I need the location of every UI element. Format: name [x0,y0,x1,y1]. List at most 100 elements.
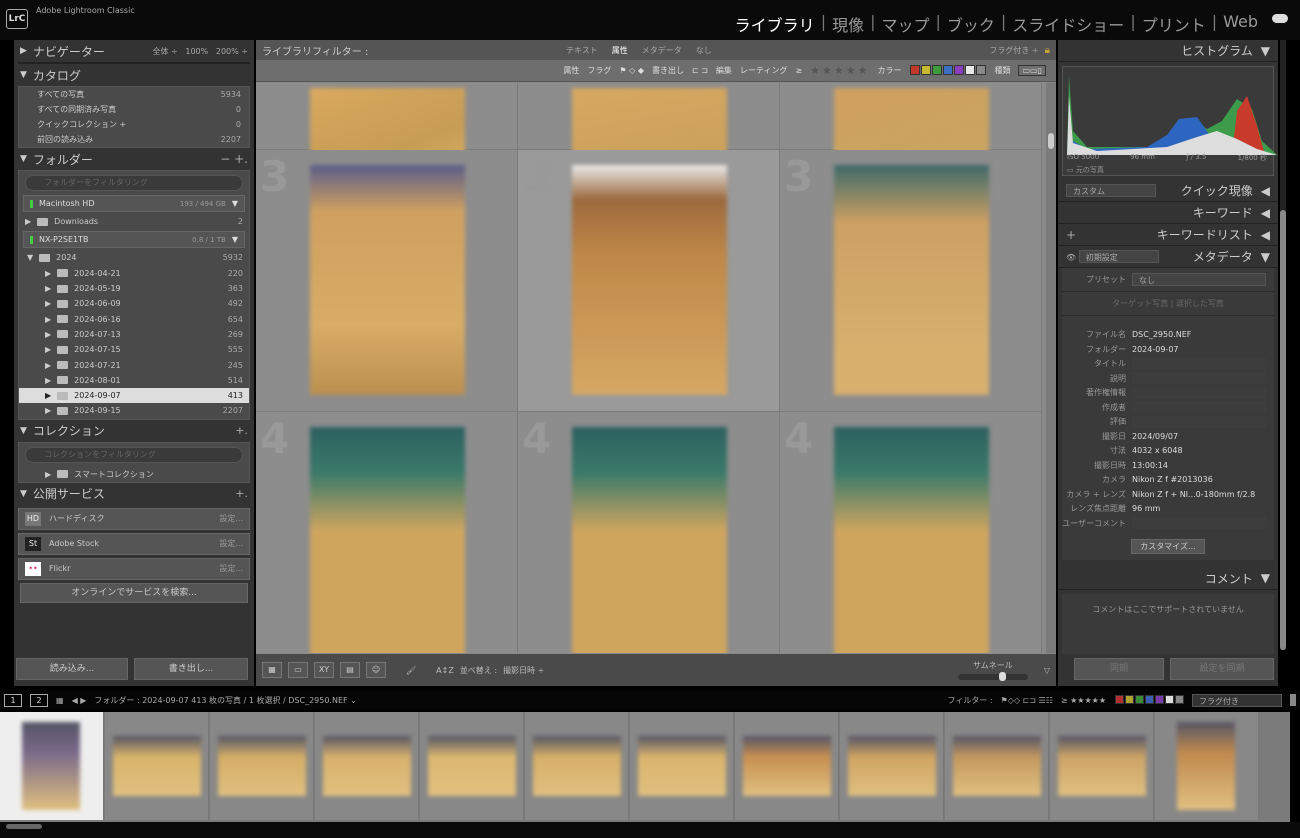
filmstrip-thumbnail[interactable] [945,712,1049,820]
metadata-value[interactable] [1132,401,1266,414]
sync-metadata-button[interactable]: 同期 [1074,658,1164,680]
color-swatch[interactable] [1115,694,1124,704]
main-window-button[interactable]: 1 [4,693,22,707]
grid-scrollbar[interactable] [1046,83,1056,653]
module-5[interactable]: プリント [1136,12,1212,36]
filter-tab[interactable]: なし [696,45,712,56]
service-settings[interactable]: 設定... [219,538,243,549]
cloud-icon[interactable] [1272,14,1288,23]
folder-2024[interactable]: ▼ 2024 5932 [19,250,249,265]
publish-service[interactable]: St Adobe Stock 設定... [18,532,250,555]
grid-cell-selected[interactable]: 3 [518,150,780,412]
grid-view-button[interactable]: ▦ [262,662,282,678]
export-filter-icons[interactable]: ⊏ ⊐ [692,66,708,75]
grid-cell[interactable]: 3 [256,150,518,412]
filmstrip-thumbnail[interactable] [630,712,734,820]
color-swatch[interactable] [1125,694,1134,704]
color-swatch[interactable] [943,64,954,75]
target-photo-tab[interactable]: ターゲット写真 [1112,299,1168,308]
folder-item[interactable]: ▶ 2024-06-09 492 [19,296,249,311]
photo-thumbnail[interactable] [309,427,465,653]
filmstrip-thumbnail[interactable] [735,712,839,820]
color-swatch[interactable] [1135,694,1144,704]
filmstrip-thumbnail[interactable] [315,712,419,820]
filmstrip-thumbnail[interactable] [420,712,524,820]
loupe-view-button[interactable]: ▭ [288,662,308,678]
keywording-header[interactable]: キーワード ◀ [1058,202,1278,224]
catalog-item[interactable]: 前回の読み込み 2207 [19,132,249,147]
folder-item[interactable]: ▶ 2024-09-07 413 [19,387,249,404]
original-photo-toggle[interactable]: ▭ 元の写真 [1067,165,1104,175]
filmstrip-scrollbar[interactable] [0,822,1300,838]
module-3[interactable]: ブック [941,12,1001,36]
filmstrip-scroll-thumb[interactable] [6,824,42,829]
publish-service[interactable]: HD ハードディスク 設定... [18,507,250,530]
filmstrip-thumbnail[interactable] [1050,712,1154,820]
folder-item[interactable]: ▶ 2024-09-15 2207 [19,403,249,418]
filmstrip-thumbnail[interactable] [1155,712,1259,820]
metadata-header[interactable]: 👁︎ 初期設定 メタデータ ▼ [1058,246,1278,268]
toolbar-menu-icon[interactable]: ▽ [1044,666,1050,675]
color-swatch[interactable] [932,64,943,75]
navigator-header[interactable]: ▶ ナビゲーター 全体 ÷ 100% 200% ÷ [14,40,254,62]
photo-grid[interactable]: 3 3 3 4 4 4 [256,83,1046,653]
grid-cell[interactable]: 4 [256,412,518,653]
folder-add-remove[interactable]: − +. [220,152,248,166]
zoom-options[interactable]: 全体 ÷ 100% 200% ÷ [152,46,248,57]
kind-filter-icons[interactable]: ▭▭▯ [1018,65,1046,76]
color-swatch[interactable] [921,64,932,75]
photo-thumbnail[interactable] [571,427,727,653]
color-swatch[interactable] [1145,694,1154,704]
find-services-button[interactable]: オンラインでサービスを検索... [20,582,248,603]
metadata-preset-select[interactable]: なし [1132,272,1266,286]
filter-tab[interactable]: メタデータ [642,45,682,56]
filmstrip-thumbnail[interactable] [0,712,104,820]
color-swatch[interactable] [965,64,976,75]
rating-stars[interactable]: ★★★★★ [810,64,869,77]
histogram-header[interactable]: ヒストグラム ▼ [1058,40,1278,62]
module-1[interactable]: 現像 [826,12,870,36]
quick-develop-header[interactable]: カスタム クイック現像 ◀ [1058,180,1278,202]
filmstrip-thumbnail[interactable] [525,712,629,820]
catalog-item[interactable]: すべての写真 5934 [19,87,249,102]
color-swatch[interactable] [954,64,965,75]
grid-cell[interactable] [780,83,1042,263]
sort-select[interactable]: 撮影日時 ÷ [503,665,544,676]
filmstrip[interactable] [0,712,1290,822]
filter-tab[interactable]: テキスト [566,45,598,56]
grid-cell[interactable]: 3 [780,150,1042,412]
module-2[interactable]: マップ [875,12,935,36]
folder-downloads[interactable]: ▶ Downloads 2 [19,214,249,229]
catalog-header[interactable]: ▼ カタログ [14,64,254,86]
customize-button[interactable]: カスタマイズ... [1131,538,1205,554]
folder-item[interactable]: ▶ 2024-05-19 363 [19,281,249,296]
metadata-view-select[interactable]: 初期設定 [1078,250,1159,263]
selected-photos-tab[interactable]: 選択した写真 [1176,299,1224,308]
people-view-button[interactable]: ☺ [366,662,386,678]
filmstrip-filter-preset-select[interactable]: フラグ付き [1192,693,1282,707]
filmstrip-lock-toggle[interactable] [1290,694,1296,706]
compare-view-button[interactable]: XY [314,662,334,678]
keyword-list-header[interactable]: + キーワードリスト ◀ [1058,224,1278,246]
filter-tab[interactable]: 属性 [612,45,628,56]
folder-item[interactable]: ▶ 2024-08-01 514 [19,373,249,388]
back-arrow-icon[interactable]: ◀ ▶ [72,696,87,705]
lock-icon[interactable]: 🔒︎ [1045,45,1050,56]
metadata-value[interactable] [1132,386,1266,399]
filmstrip-rating-filter[interactable]: ≥ ★★★★★ [1061,696,1106,705]
publish-service[interactable]: •• Flickr 設定... [18,557,250,580]
filmstrip-thumbnail[interactable] [840,712,944,820]
photo-thumbnail[interactable] [571,165,727,395]
folder-item[interactable]: ▶ 2024-04-21 220 [19,266,249,281]
catalog-item[interactable]: すべての同期済み写真 0 [19,102,249,117]
folder-item[interactable]: ▶ 2024-06-16 654 [19,311,249,326]
filmstrip-source-path[interactable]: フォルダー : 2024-09-07 413 枚の写真 / 1 枚選択 / DS… [94,695,356,706]
survey-view-button[interactable]: ▤ [340,662,360,678]
comments-header[interactable]: コメント ▼ [1058,568,1278,590]
color-filter[interactable] [909,64,987,77]
grid-cell[interactable] [518,83,780,263]
sort-direction-icon[interactable]: A↕Z [436,666,454,675]
collections-header[interactable]: ▼ コレクション +. [14,419,254,442]
export-button[interactable]: 書き出し... [134,658,248,680]
metadata-value[interactable] [1132,372,1266,385]
